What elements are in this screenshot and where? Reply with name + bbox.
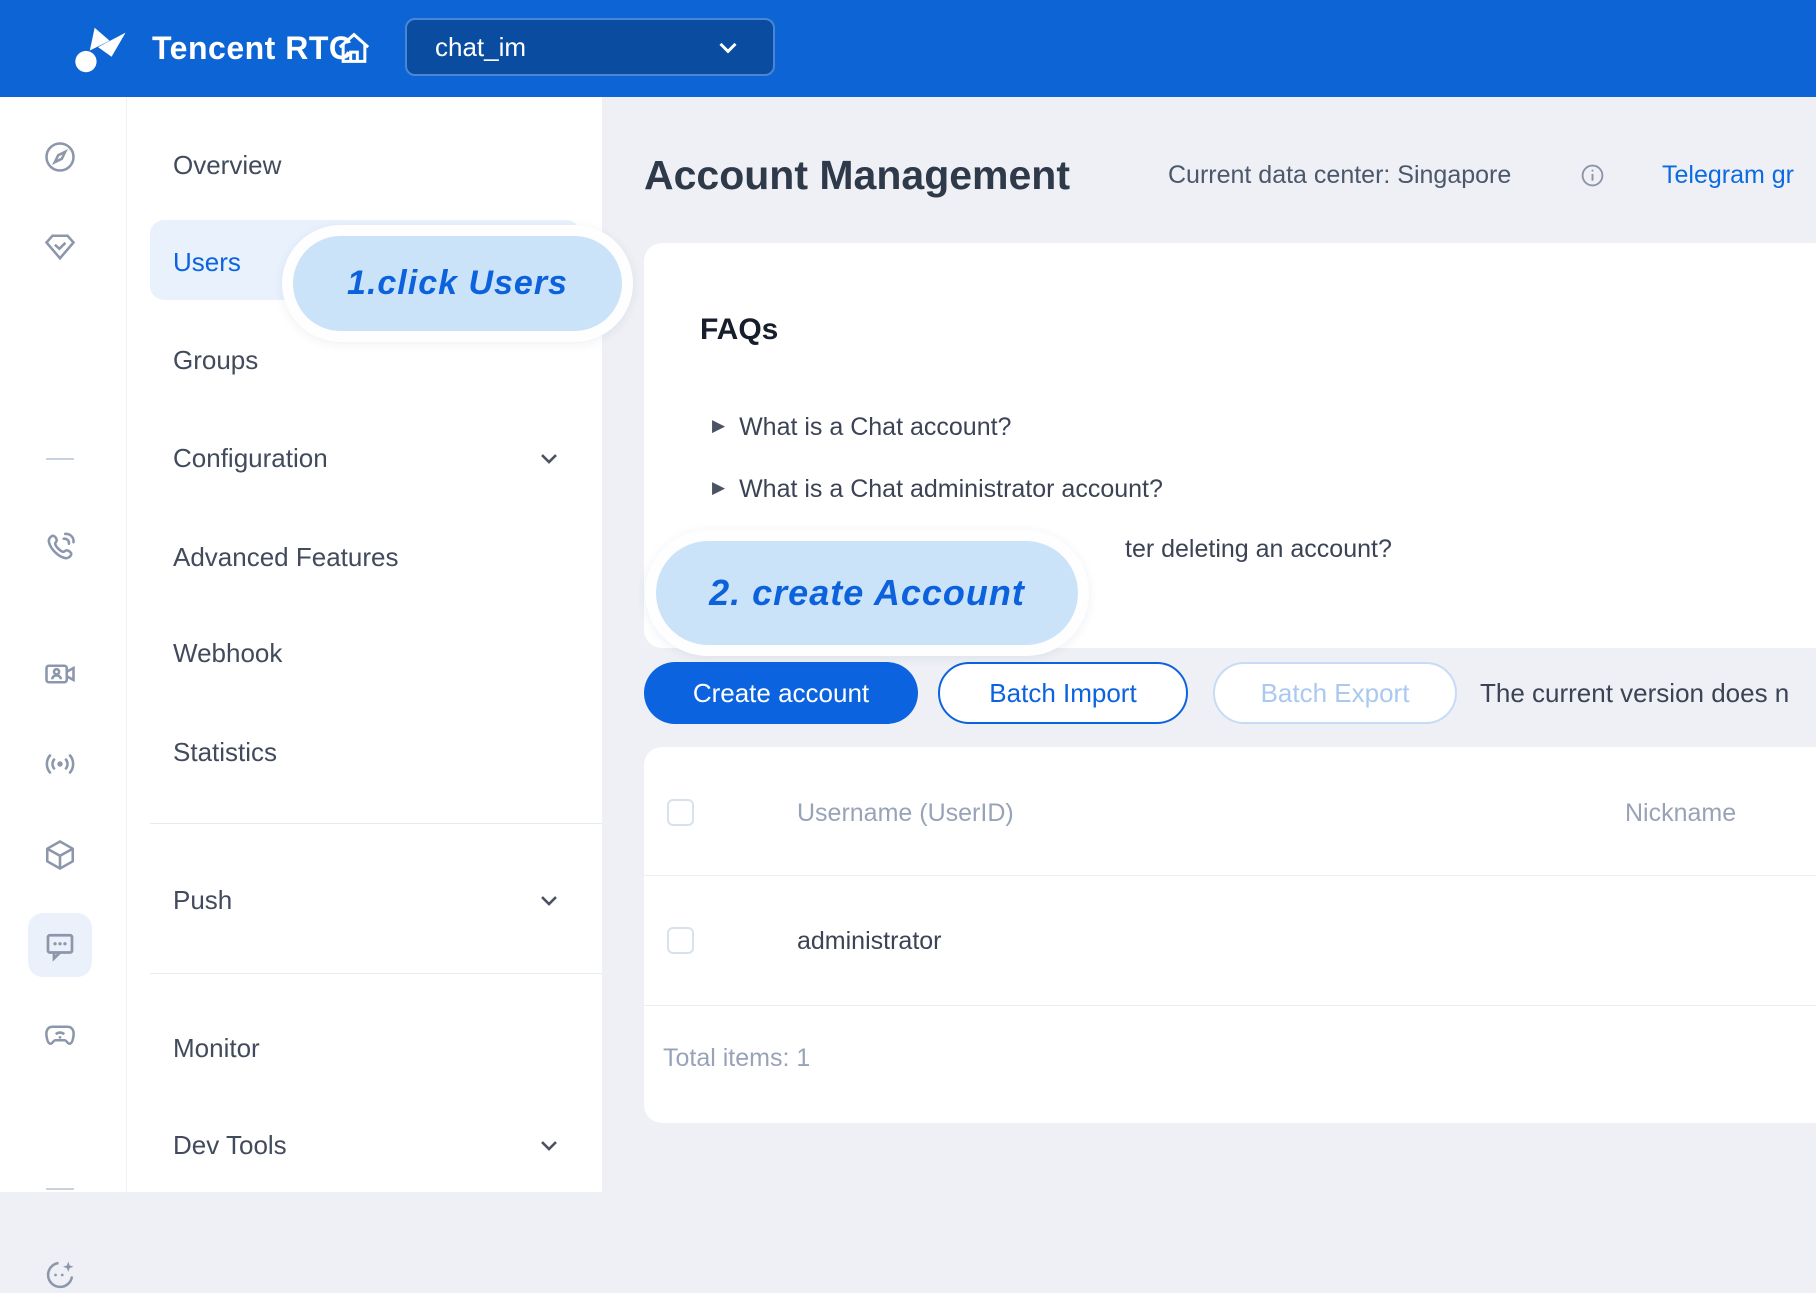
video-call-icon[interactable] — [42, 656, 78, 692]
assistant-icon[interactable] — [42, 1257, 78, 1293]
annotation-step1-bubble: 1.click Users — [282, 225, 633, 342]
call-icon[interactable] — [42, 529, 78, 565]
info-icon[interactable] — [1580, 163, 1605, 188]
cell-username: administrator — [797, 927, 942, 956]
annotation-step2-bubble: 2. create Account — [645, 530, 1089, 656]
batch-export-button[interactable]: Batch Export — [1213, 662, 1457, 724]
tencent-rtc-logo-icon — [68, 20, 130, 78]
column-header-username: Username (UserID) — [797, 799, 1014, 828]
sidebar-item-push[interactable]: Push — [173, 883, 232, 917]
faq-question: What is a Chat account? — [739, 413, 1011, 442]
faq-item-chat-account[interactable]: ▶ What is a Chat account? — [712, 411, 1011, 443]
table-divider — [644, 875, 1816, 876]
gem-icon[interactable] — [42, 229, 78, 265]
select-all-checkbox[interactable] — [667, 799, 694, 826]
cube-icon[interactable] — [42, 837, 78, 873]
sidebar-item-webhook[interactable]: Webhook — [173, 636, 282, 670]
data-center-label: Current data center: Singapore — [1168, 161, 1511, 190]
app-selector-value: chat_im — [407, 32, 713, 63]
sidebar-item-configuration[interactable]: Configuration — [173, 441, 328, 475]
live-broadcast-icon[interactable] — [42, 746, 78, 782]
chevron-down-icon — [713, 32, 743, 62]
chevron-down-icon[interactable] — [535, 444, 563, 472]
create-account-button[interactable]: Create account — [644, 662, 918, 724]
sidebar-item-groups[interactable]: Groups — [173, 343, 258, 377]
faq-item-delete-account[interactable]: ter deleting an account? — [1125, 535, 1392, 564]
app-selector-dropdown[interactable]: chat_im — [405, 18, 775, 76]
telegram-link[interactable]: Telegram gr — [1662, 161, 1794, 190]
faq-title: FAQs — [700, 313, 778, 347]
row-checkbox[interactable] — [667, 927, 694, 954]
compass-icon[interactable] — [42, 139, 78, 175]
faq-question: What is a Chat administrator account? — [739, 475, 1163, 504]
chevron-down-icon[interactable] — [535, 886, 563, 914]
rail-divider — [46, 458, 74, 460]
column-header-nickname: Nickname — [1625, 799, 1736, 828]
rail-divider — [46, 1188, 74, 1190]
batch-import-button[interactable]: Batch Import — [938, 662, 1188, 724]
icon-rail — [0, 97, 127, 1192]
annotation-step2-text: 2. create Account — [709, 572, 1025, 614]
chevron-down-icon[interactable] — [535, 1131, 563, 1159]
chat-icon[interactable] — [42, 927, 78, 963]
sidebar-item-monitor[interactable]: Monitor — [173, 1031, 260, 1065]
table-divider — [644, 1005, 1816, 1006]
sidebar-item-advanced-features[interactable]: Advanced Features — [173, 540, 398, 574]
total-items-label: Total items: 1 — [663, 1044, 810, 1073]
faq-item-admin-account[interactable]: ▶ What is a Chat administrator account? — [712, 473, 1163, 505]
top-bar: Tencent RTC chat_im — [0, 0, 1816, 97]
sidebar-divider — [150, 973, 602, 974]
sidebar-item-users[interactable]: Users — [173, 245, 241, 279]
accounts-table: Username (UserID) Nickname administrator… — [644, 747, 1816, 1123]
sidebar-divider — [150, 823, 602, 824]
brand-title: Tencent RTC — [152, 0, 352, 97]
sidebar-item-statistics[interactable]: Statistics — [173, 735, 277, 769]
game-controller-icon[interactable] — [42, 1017, 78, 1053]
sidebar-item-dev-tools[interactable]: Dev Tools — [173, 1128, 287, 1162]
page-title: Account Management — [644, 152, 1070, 199]
home-icon[interactable] — [334, 28, 374, 68]
triangle-right-icon: ▶ — [712, 416, 725, 436]
sidebar-item-overview[interactable]: Overview — [173, 148, 281, 182]
annotation-step1-text: 1.click Users — [347, 264, 568, 303]
triangle-right-icon: ▶ — [712, 478, 725, 498]
version-note: The current version does n — [1480, 678, 1789, 709]
